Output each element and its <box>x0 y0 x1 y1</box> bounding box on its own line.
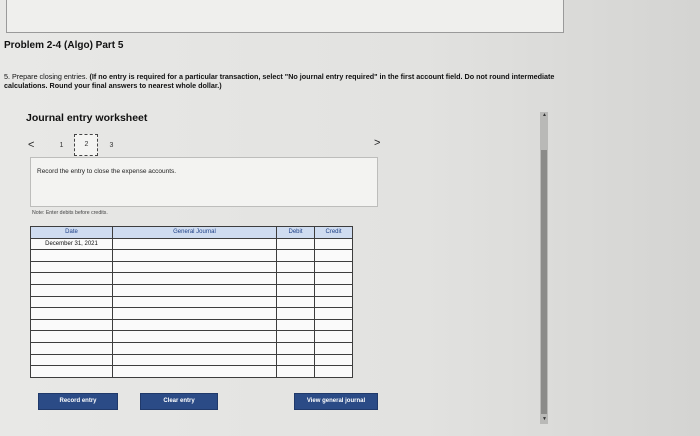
entry-instruction: Record the entry to close the expense ac… <box>37 168 177 175</box>
scroll-down-icon[interactable]: ▼ <box>542 416 547 422</box>
debit-cell[interactable] <box>276 318 315 332</box>
debit-cell[interactable] <box>276 330 315 343</box>
credit-cell[interactable] <box>314 260 353 274</box>
date-cell <box>30 272 113 285</box>
account-cell[interactable] <box>112 365 277 378</box>
account-cell[interactable] <box>112 307 277 320</box>
table-row <box>30 365 353 378</box>
debit-cell[interactable] <box>276 283 315 297</box>
debit-cell[interactable] <box>276 341 315 355</box>
table-row <box>30 272 353 285</box>
clear-entry-button[interactable]: Clear entry <box>140 393 218 410</box>
worksheet-title: Journal entry worksheet <box>26 112 148 124</box>
previous-content-frame <box>6 0 564 33</box>
credit-cell[interactable] <box>314 365 353 378</box>
scrollbar-thumb[interactable] <box>541 150 547 414</box>
date-header: Date <box>30 226 113 239</box>
account-cell[interactable] <box>112 330 277 343</box>
credit-cell[interactable] <box>314 249 353 262</box>
debit-cell[interactable] <box>276 249 315 262</box>
credit-cell[interactable] <box>314 330 353 343</box>
debit-cell[interactable] <box>276 260 315 274</box>
credit-cell[interactable] <box>314 318 353 332</box>
prev-page-icon[interactable]: < <box>28 139 34 151</box>
table-row <box>30 295 353 309</box>
scroll-up-icon[interactable]: ▲ <box>542 112 547 118</box>
view-general-journal-button[interactable]: View general journal <box>294 393 378 410</box>
table-row <box>30 260 353 274</box>
record-entry-button[interactable]: Record entry <box>38 393 118 410</box>
credit-cell[interactable] <box>314 295 353 309</box>
date-cell <box>30 365 113 378</box>
table-row: December 31, 2021 <box>30 237 353 251</box>
account-cell[interactable] <box>112 237 277 251</box>
date-cell <box>30 249 113 262</box>
next-page-icon[interactable]: > <box>374 137 380 149</box>
page-2[interactable]: 2 <box>74 134 99 156</box>
credit-cell[interactable] <box>314 341 353 355</box>
table-row <box>30 318 353 332</box>
account-cell[interactable] <box>112 295 277 309</box>
date-cell <box>30 341 113 355</box>
table-row <box>30 341 353 355</box>
account-cell[interactable] <box>112 272 277 285</box>
date-cell <box>30 307 113 320</box>
credit-cell[interactable] <box>314 353 353 367</box>
table-row <box>30 353 353 367</box>
date-cell <box>30 330 113 343</box>
date-cell: December 31, 2021 <box>30 237 113 251</box>
debit-cell[interactable] <box>276 307 315 320</box>
journal-table: Date General Journal Debit Credit Decemb… <box>30 226 353 378</box>
credit-cell[interactable] <box>314 272 353 285</box>
table-row <box>30 307 353 320</box>
table-row <box>30 283 353 297</box>
journal-header-row: Date General Journal Debit Credit <box>30 226 353 239</box>
journal-body: December 31, 2021 <box>30 237 353 378</box>
credit-cell[interactable] <box>314 307 353 320</box>
account-cell[interactable] <box>112 260 277 274</box>
problem-title: Problem 2-4 (Algo) Part 5 <box>4 40 124 51</box>
account-cell[interactable] <box>112 283 277 297</box>
debit-cell[interactable] <box>276 237 315 251</box>
debit-cell[interactable] <box>276 295 315 309</box>
table-row <box>30 330 353 343</box>
account-cell[interactable] <box>112 249 277 262</box>
date-cell <box>30 295 113 309</box>
debit-cell[interactable] <box>276 365 315 378</box>
general-journal-header: General Journal <box>112 226 277 239</box>
debit-cell[interactable] <box>276 353 315 367</box>
page-1[interactable]: 1 <box>52 142 70 149</box>
credit-cell[interactable] <box>314 283 353 297</box>
account-cell[interactable] <box>112 341 277 355</box>
instructions: 5. Prepare closing entries. (If no entry… <box>4 72 564 90</box>
instructions-step: 5. Prepare closing entries. <box>4 72 88 81</box>
worksheet-pager: < 1 2 3 <box>28 134 120 156</box>
date-cell <box>30 353 113 367</box>
date-cell <box>30 283 113 297</box>
entry-instruction-box: Record the entry to close the expense ac… <box>30 157 378 207</box>
account-cell[interactable] <box>112 318 277 332</box>
debit-header: Debit <box>276 226 315 239</box>
table-row <box>30 249 353 262</box>
page-3[interactable]: 3 <box>102 142 120 149</box>
credit-cell[interactable] <box>314 237 353 251</box>
note: Note: Enter debits before credits. <box>32 210 108 216</box>
account-cell[interactable] <box>112 353 277 367</box>
date-cell <box>30 318 113 332</box>
date-cell <box>30 260 113 274</box>
credit-header: Credit <box>314 226 353 239</box>
debit-cell[interactable] <box>276 272 315 285</box>
